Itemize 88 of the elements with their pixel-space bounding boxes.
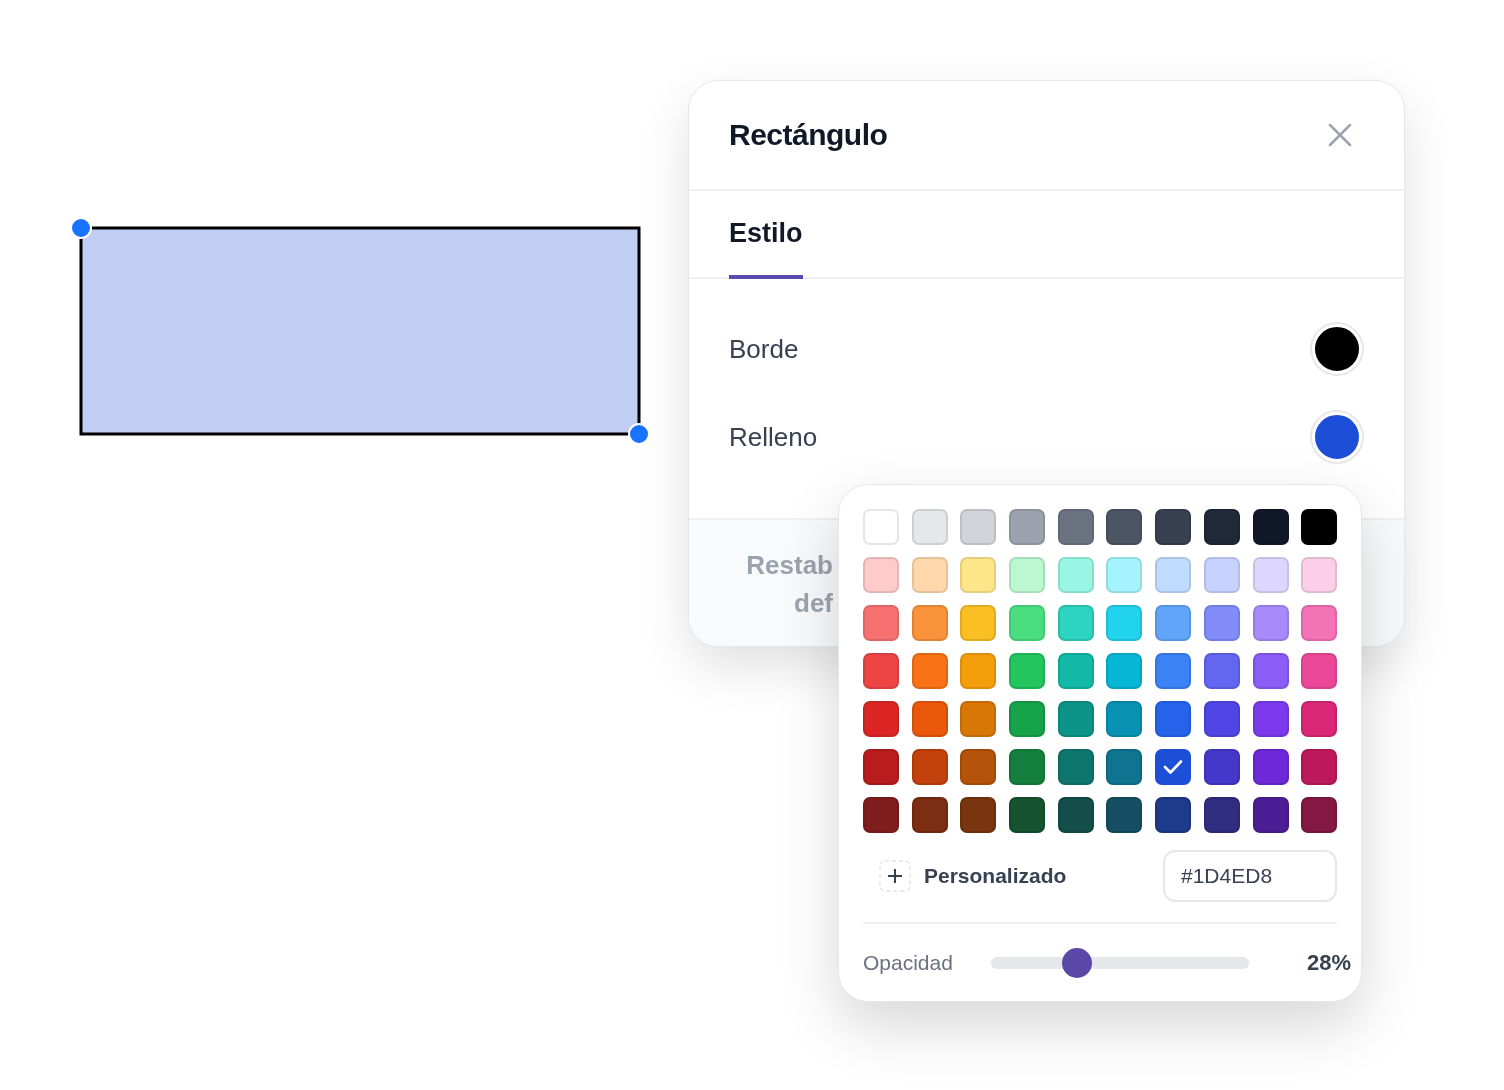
color-swatch[interactable]	[1009, 653, 1046, 689]
color-swatch[interactable]	[863, 509, 899, 545]
color-swatch[interactable]	[1203, 797, 1240, 833]
color-swatch[interactable]	[911, 605, 948, 641]
color-swatch[interactable]	[1057, 797, 1094, 833]
color-swatch[interactable]	[1057, 605, 1094, 641]
color-swatch[interactable]	[960, 605, 997, 641]
color-swatch[interactable]	[1252, 797, 1289, 833]
color-swatch[interactable]	[1106, 797, 1143, 833]
color-swatch[interactable]	[1252, 749, 1289, 785]
plus-icon	[879, 860, 911, 892]
color-swatch[interactable]	[911, 653, 948, 689]
color-swatch[interactable]	[1106, 557, 1143, 593]
color-swatch[interactable]	[863, 557, 899, 593]
close-icon[interactable]	[1328, 123, 1352, 147]
color-swatch[interactable]	[1301, 653, 1338, 689]
color-swatch[interactable]	[911, 557, 948, 593]
color-swatch[interactable]	[1155, 797, 1192, 833]
selection-handle[interactable]	[70, 217, 92, 239]
color-swatch[interactable]	[1106, 509, 1143, 545]
color-swatch[interactable]	[1252, 701, 1289, 737]
color-swatch[interactable]	[1301, 605, 1338, 641]
color-swatch[interactable]	[1057, 509, 1094, 545]
field-label: Relleno	[729, 421, 818, 453]
color-swatch[interactable]	[1301, 797, 1338, 833]
opacity-slider[interactable]	[991, 948, 1249, 978]
color-swatch[interactable]	[1203, 509, 1240, 545]
field-label: Borde	[729, 333, 799, 365]
color-swatch[interactable]	[1203, 749, 1240, 785]
color-swatch[interactable]	[1009, 749, 1046, 785]
slider-thumb[interactable]	[1061, 948, 1092, 978]
custom-color-button[interactable]: Personalizado	[879, 860, 1067, 892]
color-swatch[interactable]	[863, 701, 899, 737]
color-swatch[interactable]	[1106, 605, 1143, 641]
color-swatch[interactable]	[1155, 749, 1192, 785]
color-swatch[interactable]	[911, 509, 948, 545]
color-swatch[interactable]	[960, 701, 997, 737]
color-swatch[interactable]	[1009, 557, 1046, 593]
color-swatch[interactable]	[1252, 605, 1289, 641]
color-dot[interactable]	[1312, 324, 1362, 374]
rectangle-shape[interactable]	[79, 226, 641, 436]
color-swatch[interactable]	[1106, 749, 1143, 785]
color-swatch[interactable]	[863, 749, 899, 785]
color-swatch[interactable]	[960, 509, 997, 545]
color-swatch[interactable]	[1009, 605, 1046, 641]
color-swatch[interactable]	[1155, 653, 1192, 689]
color-swatch[interactable]	[1252, 509, 1289, 545]
color-swatch[interactable]	[911, 701, 948, 737]
color-swatch[interactable]	[1203, 701, 1240, 737]
color-swatch[interactable]	[1155, 509, 1192, 545]
color-swatch[interactable]	[1301, 701, 1338, 737]
color-swatch[interactable]	[1203, 653, 1240, 689]
color-swatch[interactable]	[960, 653, 997, 689]
color-swatch[interactable]	[1057, 701, 1094, 737]
color-swatch[interactable]	[1009, 701, 1046, 737]
opacity-label: Opacidad	[863, 951, 954, 975]
color-swatch[interactable]	[1252, 557, 1289, 593]
color-swatch[interactable]	[1155, 557, 1192, 593]
color-swatch[interactable]	[1057, 557, 1094, 593]
color-swatch[interactable]	[960, 797, 997, 833]
color-swatch[interactable]	[863, 605, 899, 641]
color-swatch[interactable]	[1203, 605, 1240, 641]
color-swatch[interactable]	[1057, 653, 1094, 689]
color-swatch[interactable]	[863, 653, 899, 689]
color-swatch[interactable]	[1009, 509, 1046, 545]
color-swatch[interactable]	[1057, 749, 1094, 785]
color-swatch[interactable]	[863, 797, 899, 833]
color-swatch[interactable]	[1301, 509, 1338, 545]
style-tab[interactable]: Estilo	[729, 217, 803, 279]
color-swatch[interactable]	[1009, 797, 1046, 833]
color-swatch[interactable]	[1301, 557, 1338, 593]
color-swatch[interactable]	[1106, 653, 1143, 689]
color-swatch[interactable]	[960, 749, 997, 785]
hex-input-field[interactable]: #1D4ED8	[1163, 850, 1337, 902]
color-swatch[interactable]	[1106, 701, 1143, 737]
color-swatch[interactable]	[911, 797, 948, 833]
color-swatch[interactable]	[1301, 749, 1338, 785]
panel-title: Rectángulo	[729, 118, 888, 152]
selection-handle[interactable]	[628, 423, 650, 445]
color-swatch[interactable]	[960, 557, 997, 593]
color-swatch[interactable]	[1155, 701, 1192, 737]
opacity-value: 28%	[1305, 950, 1351, 976]
color-swatch[interactable]	[911, 749, 948, 785]
color-swatch[interactable]	[1203, 557, 1240, 593]
color-dot[interactable]	[1312, 412, 1362, 462]
color-swatch[interactable]	[1155, 605, 1192, 641]
check-icon	[1163, 759, 1184, 775]
color-swatch[interactable]	[1252, 653, 1289, 689]
